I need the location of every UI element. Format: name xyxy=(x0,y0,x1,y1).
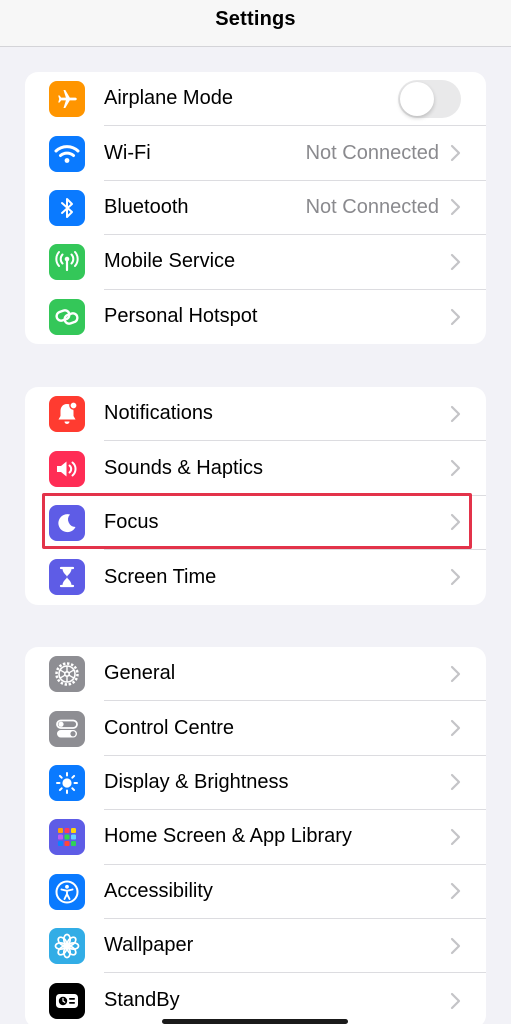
wifi-label: Wi-Fi xyxy=(104,141,151,164)
settings-row-general[interactable]: General xyxy=(25,647,486,702)
accessibility-icon xyxy=(49,873,85,910)
sounds-haptics-label: Sounds & Haptics xyxy=(104,456,263,479)
standby-icon xyxy=(49,982,85,1019)
settings-row-wallpaper[interactable]: Wallpaper xyxy=(25,919,486,974)
chevron-right-icon xyxy=(450,883,461,900)
bluetooth-label: Bluetooth xyxy=(104,195,189,218)
chevron-right-icon xyxy=(450,199,461,216)
antenna-icon xyxy=(49,244,85,281)
bell-icon xyxy=(49,396,85,433)
gear-icon xyxy=(49,656,85,693)
settings-row-focus[interactable]: Focus xyxy=(25,496,486,551)
switches-icon xyxy=(49,710,85,747)
chevron-right-icon xyxy=(450,253,461,270)
settings-row-home-screen[interactable]: Home Screen & App Library xyxy=(25,810,486,865)
airplane-mode-toggle[interactable] xyxy=(398,79,461,118)
bluetooth-status: Not Connected xyxy=(305,195,439,218)
settings-row-control-centre[interactable]: Control Centre xyxy=(25,701,486,756)
settings-row-airplane-mode: Airplane Mode xyxy=(25,72,486,127)
settings-group-general: General Control Centre Display & Brightn… xyxy=(25,647,486,1024)
chevron-right-icon xyxy=(450,774,461,791)
screen-time-label: Screen Time xyxy=(104,565,217,588)
flower-icon xyxy=(49,928,85,965)
navigation-bar: Settings xyxy=(0,0,511,47)
settings-row-notifications[interactable]: Notifications xyxy=(25,387,486,442)
bluetooth-icon xyxy=(49,189,85,226)
accessibility-label: Accessibility xyxy=(104,879,213,902)
control-centre-label: Control Centre xyxy=(104,716,235,739)
link-icon xyxy=(49,298,85,335)
personal-hotspot-label: Personal Hotspot xyxy=(104,305,258,328)
chevron-right-icon xyxy=(450,665,461,682)
settings-row-personal-hotspot[interactable]: Personal Hotspot xyxy=(25,290,486,344)
settings-group-notifications: Notifications Sounds & Haptics Focus Scr… xyxy=(25,387,486,605)
notifications-label: Notifications xyxy=(104,402,213,425)
chevron-right-icon xyxy=(450,992,461,1009)
chevron-right-icon xyxy=(450,514,461,531)
wifi-icon xyxy=(49,135,85,172)
chevron-right-icon xyxy=(450,405,461,422)
chevron-right-icon xyxy=(450,144,461,162)
speaker-icon xyxy=(49,450,85,487)
chevron-right-icon xyxy=(450,828,461,845)
settings-row-standby[interactable]: StandBy xyxy=(25,973,486,1024)
moon-icon xyxy=(49,504,85,541)
sun-icon xyxy=(49,764,85,801)
chevron-right-icon xyxy=(450,937,461,954)
app-grid-icon xyxy=(49,819,85,856)
airplane-mode-label: Airplane Mode xyxy=(104,87,233,110)
home-screen-label: Home Screen & App Library xyxy=(104,825,352,848)
page-title: Settings xyxy=(215,7,296,30)
display-brightness-label: Display & Brightness xyxy=(104,770,289,793)
mobile-service-label: Mobile Service xyxy=(104,250,236,273)
settings-row-screen-time[interactable]: Screen Time xyxy=(25,550,486,604)
settings-row-wifi[interactable]: Wi-Fi Not Connected xyxy=(25,126,486,181)
chevron-right-icon xyxy=(450,459,461,477)
wallpaper-label: Wallpaper xyxy=(104,934,194,957)
standby-label: StandBy xyxy=(104,989,180,1012)
settings-row-accessibility[interactable]: Accessibility xyxy=(25,865,486,919)
settings-row-display-brightness[interactable]: Display & Brightness xyxy=(25,756,486,811)
toggle-knob xyxy=(400,81,434,116)
hourglass-icon xyxy=(49,559,85,596)
home-indicator[interactable] xyxy=(162,1019,348,1024)
chevron-right-icon xyxy=(450,308,461,325)
wifi-status: Not Connected xyxy=(305,141,439,164)
settings-group-connectivity: Airplane Mode Wi-Fi Not Connected Blueto… xyxy=(25,72,486,344)
settings-row-bluetooth[interactable]: Bluetooth Not Connected xyxy=(25,181,486,236)
settings-row-sounds-haptics[interactable]: Sounds & Haptics xyxy=(25,441,486,496)
settings-row-mobile-service[interactable]: Mobile Service xyxy=(25,235,486,290)
airplane-icon xyxy=(49,81,85,118)
chevron-right-icon xyxy=(450,719,461,737)
chevron-right-icon xyxy=(450,569,461,586)
focus-label: Focus xyxy=(104,510,159,533)
general-label: General xyxy=(104,662,176,685)
